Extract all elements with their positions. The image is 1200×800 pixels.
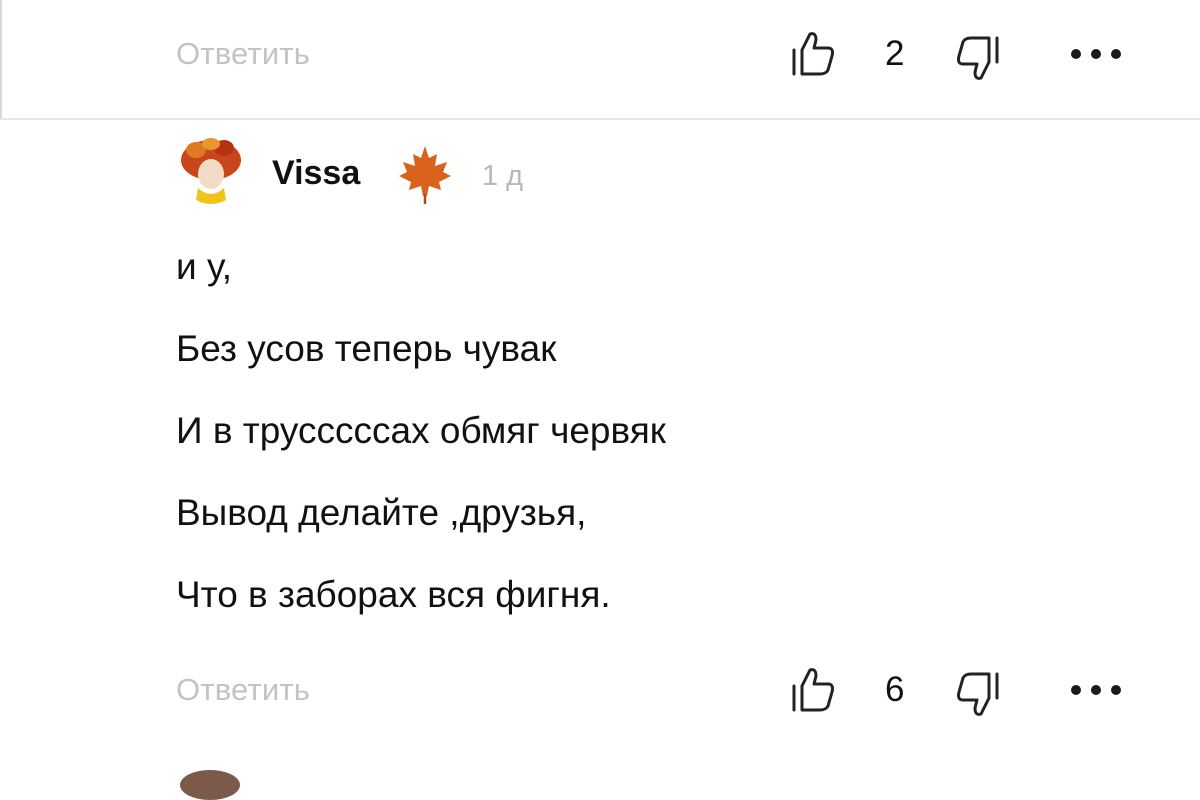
more-options-button[interactable] [1068, 42, 1124, 66]
reply-button[interactable]: Ответить [176, 672, 310, 708]
comment-line: И в трусссссах обмяг червяк [176, 410, 666, 451]
comment-divider [0, 118, 1200, 120]
thumbs-up-icon [792, 32, 834, 76]
avatar-image [181, 138, 241, 204]
avatar[interactable] [176, 136, 246, 208]
comment-text: и у, Без усов теперь чувак И в труссссса… [176, 248, 1076, 658]
reply-button[interactable]: Ответить [176, 36, 310, 72]
thumbs-up-icon [792, 668, 834, 712]
previous-comment-actions: Ответить 2 [0, 28, 1200, 88]
comment-author[interactable]: Vissa [272, 154, 360, 193]
like-count: 6 [885, 670, 905, 709]
like-button[interactable] [790, 28, 836, 78]
dislike-button[interactable] [955, 34, 1001, 84]
like-button[interactable] [790, 664, 836, 714]
next-comment-avatar [180, 770, 240, 800]
dislike-button[interactable] [955, 670, 1001, 720]
comment-line: Что в заборах вся фигня. [176, 574, 611, 615]
like-count: 2 [885, 34, 905, 73]
more-dots-icon [1071, 685, 1121, 695]
thumbs-down-icon [957, 36, 999, 80]
comment-line: Вывод делайте ,друзья, [176, 492, 587, 533]
more-dots-icon [1071, 49, 1121, 59]
comment-line: и у, [176, 246, 233, 287]
comment-actions: Ответить 6 [0, 664, 1200, 724]
comment-line: Без усов теперь чувак [176, 328, 557, 369]
more-options-button[interactable] [1068, 678, 1124, 702]
maple-leaf-icon [397, 144, 453, 204]
thumbs-down-icon [957, 672, 999, 716]
comment-header: Vissa 1 д [176, 136, 776, 208]
comment-timestamp: 1 д [482, 160, 524, 192]
